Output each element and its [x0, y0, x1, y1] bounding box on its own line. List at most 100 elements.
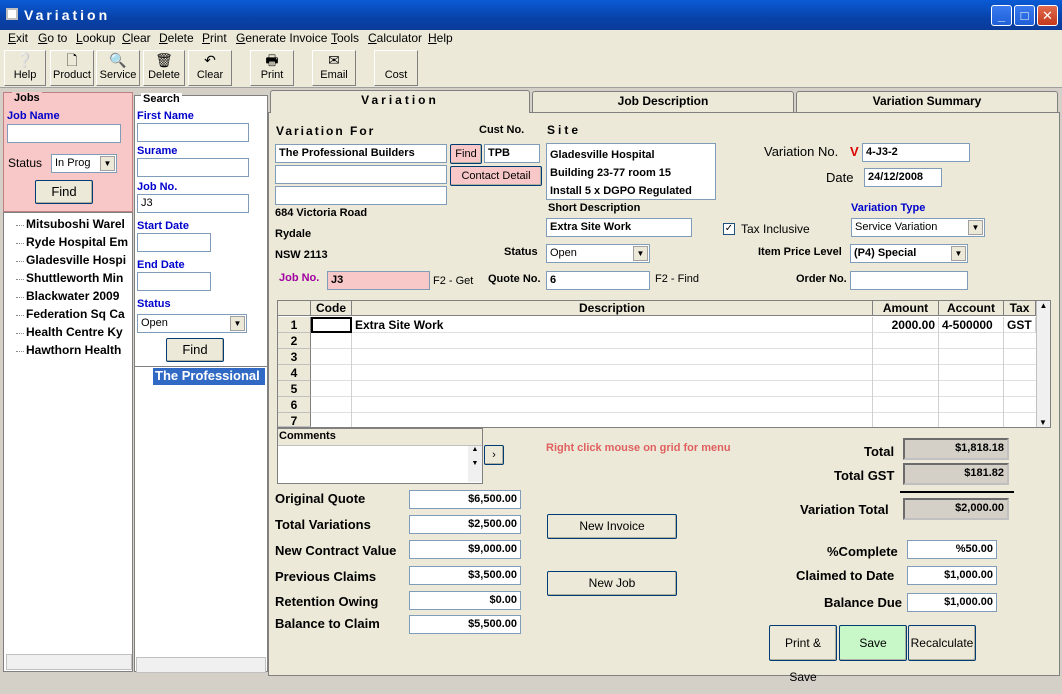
- search-find-button[interactable]: Find: [166, 338, 224, 362]
- menu-delete[interactable]: Delete: [159, 31, 194, 45]
- job-no-field[interactable]: J3: [327, 271, 430, 290]
- service-button[interactable]: 🔍 Service: [96, 50, 140, 86]
- tree-item[interactable]: Ryde Hospital Em: [26, 235, 128, 249]
- print-button[interactable]: 🖶 Print: [250, 50, 294, 86]
- grid-cell-description[interactable]: Extra Site Work: [352, 317, 873, 333]
- start-date-input[interactable]: [137, 233, 211, 252]
- tree-item[interactable]: Mitsuboshi Warel: [26, 217, 125, 231]
- menu-generate-invoice[interactable]: Generate Invoice: [236, 31, 327, 45]
- tree-item[interactable]: Shuttleworth Min: [26, 271, 123, 285]
- totals-divider: [900, 491, 1014, 493]
- grid-cell-amount[interactable]: 2000.00: [873, 317, 939, 333]
- menu-tools[interactable]: Tools: [331, 31, 359, 45]
- tree-item[interactable]: Health Centre Ky: [26, 325, 123, 339]
- jobs-status-select[interactable]: In Prog ▼: [51, 154, 117, 173]
- menu-help[interactable]: Help: [428, 31, 453, 45]
- end-date-input[interactable]: [137, 272, 211, 291]
- menu-clear[interactable]: Clear: [122, 31, 151, 45]
- grid-header-code[interactable]: Code: [311, 301, 352, 316]
- cost-button[interactable]: Cost: [374, 50, 418, 86]
- total-variations-field[interactable]: $2,500.00: [409, 515, 521, 534]
- retention-owing-field[interactable]: $0.00: [409, 591, 521, 610]
- grid-header-amount[interactable]: Amount: [873, 301, 939, 316]
- line-items-grid[interactable]: Code Description Amount Account Tax ▲ ▼ …: [277, 300, 1051, 428]
- item-price-value: (P4) Special: [854, 247, 917, 259]
- customer-line3-field[interactable]: [275, 186, 447, 205]
- tax-inclusive-checkbox[interactable]: ✓: [723, 223, 735, 235]
- claimed-to-date-field[interactable]: $1,000.00: [907, 566, 997, 585]
- item-price-select[interactable]: (P4) Special ▼: [850, 244, 968, 263]
- print-save-button[interactable]: Print & Save: [769, 625, 837, 684]
- site-field[interactable]: Gladesville Hospital Building 23-77 room…: [546, 143, 716, 200]
- grid-cell-account[interactable]: 4-500000: [939, 317, 1004, 333]
- minimize-button[interactable]: _: [991, 5, 1012, 26]
- product-button[interactable]: 🗋 Product: [50, 50, 94, 86]
- tab-job-description[interactable]: Job Description: [532, 91, 794, 112]
- customer-line2-field[interactable]: [275, 165, 447, 184]
- close-button[interactable]: ✕: [1037, 5, 1058, 26]
- comments-scrollbar[interactable]: ▲ ▼: [468, 446, 482, 482]
- surname-input[interactable]: [137, 158, 249, 177]
- previous-claims-field[interactable]: $3,500.00: [409, 566, 521, 585]
- comments-field[interactable]: ▲ ▼: [278, 445, 482, 483]
- first-name-label: First Name: [137, 110, 194, 122]
- grid-empty-rows[interactable]: [311, 333, 1036, 427]
- menu-goto[interactable]: Go to: [38, 31, 67, 45]
- status-select[interactable]: Open ▼: [546, 244, 650, 263]
- clear-button[interactable]: ↶ Clear: [188, 50, 232, 86]
- email-button[interactable]: ✉ Email: [312, 50, 356, 86]
- quote-no-field[interactable]: 6: [546, 271, 650, 290]
- variation-type-select[interactable]: Service Variation ▼: [851, 218, 985, 237]
- tree-scrollbar[interactable]: [6, 654, 132, 670]
- pct-complete-field[interactable]: %50.00: [907, 540, 997, 559]
- date-field[interactable]: 24/12/2008: [864, 168, 942, 187]
- grid-scrollbar[interactable]: ▲ ▼: [1036, 301, 1050, 427]
- grid-cell-tax[interactable]: GST: [1004, 317, 1036, 333]
- variation-no-field[interactable]: 4-J3-2: [862, 143, 970, 162]
- tab-variation[interactable]: Variation: [270, 90, 530, 113]
- first-name-input[interactable]: [137, 123, 249, 142]
- short-desc-field[interactable]: Extra Site Work: [546, 218, 692, 237]
- recalculate-button[interactable]: Recalculate: [908, 625, 976, 661]
- menu-lookup[interactable]: Lookup: [76, 31, 115, 45]
- job-name-input[interactable]: [7, 124, 121, 143]
- chevron-down-icon: ▼: [968, 220, 983, 235]
- menu-print[interactable]: Print: [202, 31, 227, 45]
- contact-detail-button[interactable]: Contact Detail: [450, 166, 542, 186]
- balance-to-claim-field[interactable]: $5,500.00: [409, 615, 521, 634]
- tree-item[interactable]: Gladesville Hospi: [26, 253, 126, 267]
- grid-header-tax[interactable]: Tax: [1004, 301, 1036, 316]
- search-status-label: Status: [137, 298, 171, 310]
- balance-due-field[interactable]: $1,000.00: [907, 593, 997, 612]
- cust-no-field[interactable]: TPB: [484, 144, 540, 163]
- results-scrollbar[interactable]: [136, 657, 266, 673]
- search-result-item[interactable]: The Professional: [153, 368, 265, 385]
- jobs-find-button[interactable]: Find: [35, 180, 93, 204]
- new-invoice-button[interactable]: New Invoice: [547, 514, 677, 539]
- original-quote-field[interactable]: $6,500.00: [409, 490, 521, 509]
- new-job-button[interactable]: New Job: [547, 571, 677, 596]
- new-contract-value-field[interactable]: $9,000.00: [409, 540, 521, 559]
- tree-item[interactable]: Blackwater 2009: [26, 289, 119, 303]
- magnify-document-icon: 🔍: [109, 52, 127, 68]
- help-button[interactable]: ❔ Help: [4, 50, 46, 86]
- customer-name-field[interactable]: The Professional Builders: [275, 144, 447, 163]
- help-icon: ❔: [16, 52, 34, 68]
- grid-header-account[interactable]: Account: [939, 301, 1004, 316]
- maximize-button[interactable]: □: [1014, 5, 1035, 26]
- comments-expand-button[interactable]: ›: [484, 445, 504, 465]
- menu-exit[interactable]: Exit: [8, 31, 28, 45]
- job-no-input[interactable]: J3: [137, 194, 249, 213]
- tree-item[interactable]: Hawthorn Health: [26, 343, 121, 357]
- original-quote-label: Original Quote: [275, 491, 366, 506]
- delete-button[interactable]: 🗑 Delete: [143, 50, 185, 86]
- order-no-field[interactable]: [850, 271, 968, 290]
- menu-calculator[interactable]: Calculator: [368, 31, 422, 45]
- tree-item[interactable]: Federation Sq Ca: [26, 307, 125, 321]
- search-status-select[interactable]: Open ▼: [137, 314, 247, 333]
- save-button[interactable]: Save: [839, 625, 907, 661]
- grid-cell-code[interactable]: [311, 317, 352, 333]
- grid-header-description[interactable]: Description: [352, 301, 873, 316]
- tab-variation-summary[interactable]: Variation Summary: [796, 91, 1058, 112]
- find-customer-button[interactable]: Find: [450, 144, 482, 164]
